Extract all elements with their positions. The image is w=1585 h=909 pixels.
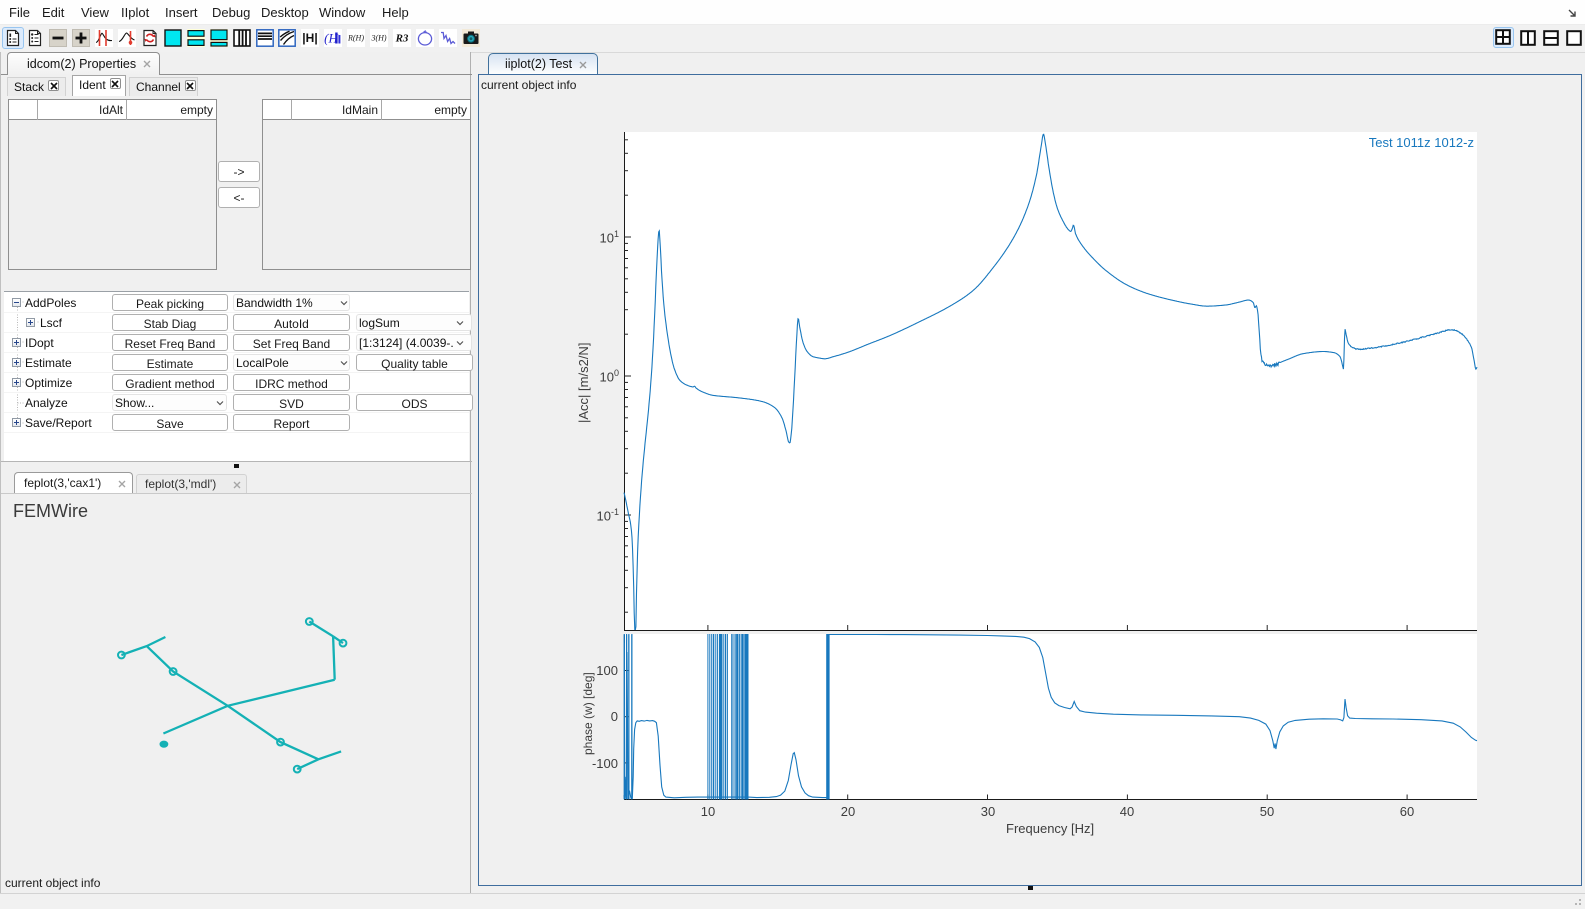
svg-text:R(H): R(H) (347, 34, 364, 43)
svg-text:R3: R3 (395, 33, 409, 45)
svg-text:|H|: |H| (302, 31, 317, 45)
svg-text:3(H): 3(H) (370, 34, 386, 43)
